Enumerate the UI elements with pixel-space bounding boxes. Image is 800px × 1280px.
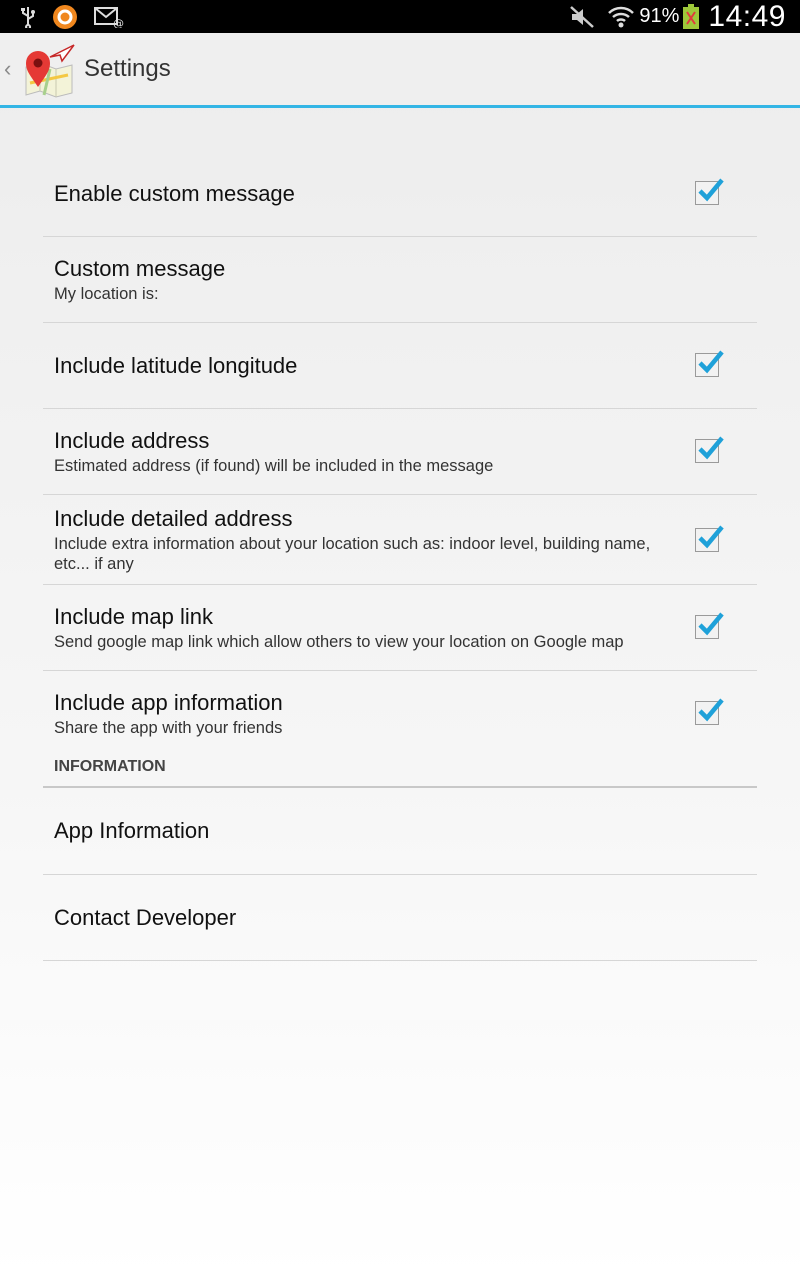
section-header-label: INFORMATION: [54, 758, 166, 775]
include-map-link-checkbox[interactable]: [695, 612, 724, 639]
pref-title: Contact Developer: [54, 904, 237, 930]
pref-title: Include latitude longitude: [54, 352, 298, 378]
pref-include-latitude-longitude[interactable]: Include latitude longitude: [43, 323, 757, 409]
pref-enable-custom-message[interactable]: Enable custom message: [43, 151, 757, 237]
pref-title: Custom message: [54, 255, 226, 281]
wifi-icon: [607, 0, 635, 33]
pref-include-detailed-address[interactable]: Include detailed address Include extra i…: [43, 495, 757, 585]
pref-include-map-link[interactable]: Include map link Send google map link wh…: [43, 585, 757, 671]
usb-icon: [20, 0, 36, 33]
include-address-checkbox[interactable]: [695, 436, 724, 463]
include-app-information-checkbox[interactable]: [695, 698, 724, 725]
pref-title: Include address: [54, 427, 210, 453]
clock: 14:49: [708, 0, 786, 33]
section-header-information: INFORMATION: [43, 741, 757, 788]
app-logo-icon[interactable]: [20, 39, 76, 99]
svg-text:@: @: [113, 17, 124, 28]
up-navigation-icon[interactable]: ‹: [0, 56, 18, 82]
pref-title: Include detailed address: [54, 505, 293, 531]
pref-title: Enable custom message: [54, 180, 295, 206]
pref-title: Include map link: [54, 603, 213, 629]
pref-summary: My location is:: [54, 284, 159, 303]
pref-include-address[interactable]: Include address Estimated address (if fo…: [43, 409, 757, 495]
pref-custom-message[interactable]: Custom message My location is:: [43, 237, 757, 323]
enable-custom-message-checkbox[interactable]: [695, 178, 724, 205]
battery-icon: [682, 0, 700, 33]
mute-icon: [569, 0, 595, 33]
pref-summary: Include extra information about your loc…: [54, 534, 651, 573]
pref-title: App Information: [54, 818, 210, 843]
avast-icon: [52, 0, 78, 33]
email-icon: @: [94, 0, 124, 33]
pref-app-information[interactable]: App Information: [43, 788, 757, 875]
pref-contact-developer[interactable]: Contact Developer: [43, 875, 757, 961]
preferences-list: Enable custom message Custom message My …: [43, 151, 757, 961]
include-latitude-longitude-checkbox[interactable]: [695, 350, 724, 377]
pref-summary: Estimated address (if found) will be inc…: [54, 456, 494, 475]
battery-percent: 91%: [639, 5, 680, 27]
status-bar: @ 91% 14:49: [0, 0, 800, 33]
page-title: Settings: [84, 55, 171, 82]
include-detailed-address-checkbox[interactable]: [695, 525, 724, 552]
pref-title: Include app information: [54, 690, 283, 715]
action-bar: ‹ Settings: [0, 33, 800, 108]
pref-summary: Send google map link which allow others …: [54, 632, 624, 651]
pref-summary: Share the app with your friends: [54, 719, 283, 737]
